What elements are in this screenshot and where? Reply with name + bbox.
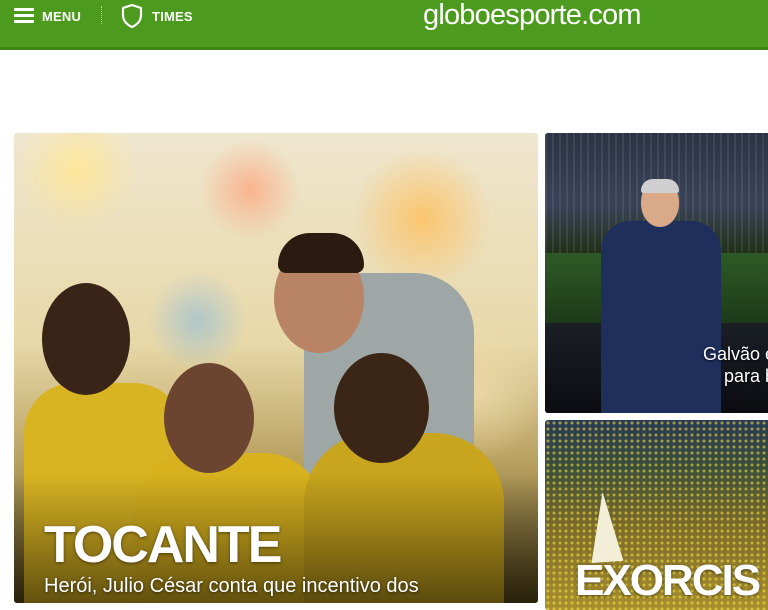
hero-subtitle: Herói, Julio César conta que incentivo d… xyxy=(44,575,419,597)
menu-label: MENU xyxy=(42,8,82,24)
times-button[interactable]: TIMES xyxy=(121,4,193,28)
site-header: MENU TIMES globoesporte.com xyxy=(0,0,768,50)
card-caption-line1: Galvão e xyxy=(703,344,768,364)
news-card-video[interactable]: Galvão e para b xyxy=(545,133,768,413)
presenter-hair xyxy=(641,179,679,193)
card-caption-line2: para b xyxy=(724,366,768,386)
hero-card[interactable]: TOCANTE Herói, Julio César conta que inc… xyxy=(14,133,538,603)
shield-icon xyxy=(121,4,143,28)
site-logo[interactable]: globoesporte.com xyxy=(423,0,642,32)
news-card-stadium[interactable]: EXORCIS xyxy=(545,420,768,610)
flag-shape xyxy=(586,490,624,564)
card-caption: Galvão e para b xyxy=(703,343,768,387)
menu-button[interactable]: MENU xyxy=(14,5,81,27)
times-label: TIMES xyxy=(152,8,193,24)
header-divider xyxy=(101,6,102,24)
hero-title: TOCANTE xyxy=(44,516,282,574)
card-title: EXORCIS xyxy=(575,556,761,605)
menu-icon xyxy=(14,8,34,24)
